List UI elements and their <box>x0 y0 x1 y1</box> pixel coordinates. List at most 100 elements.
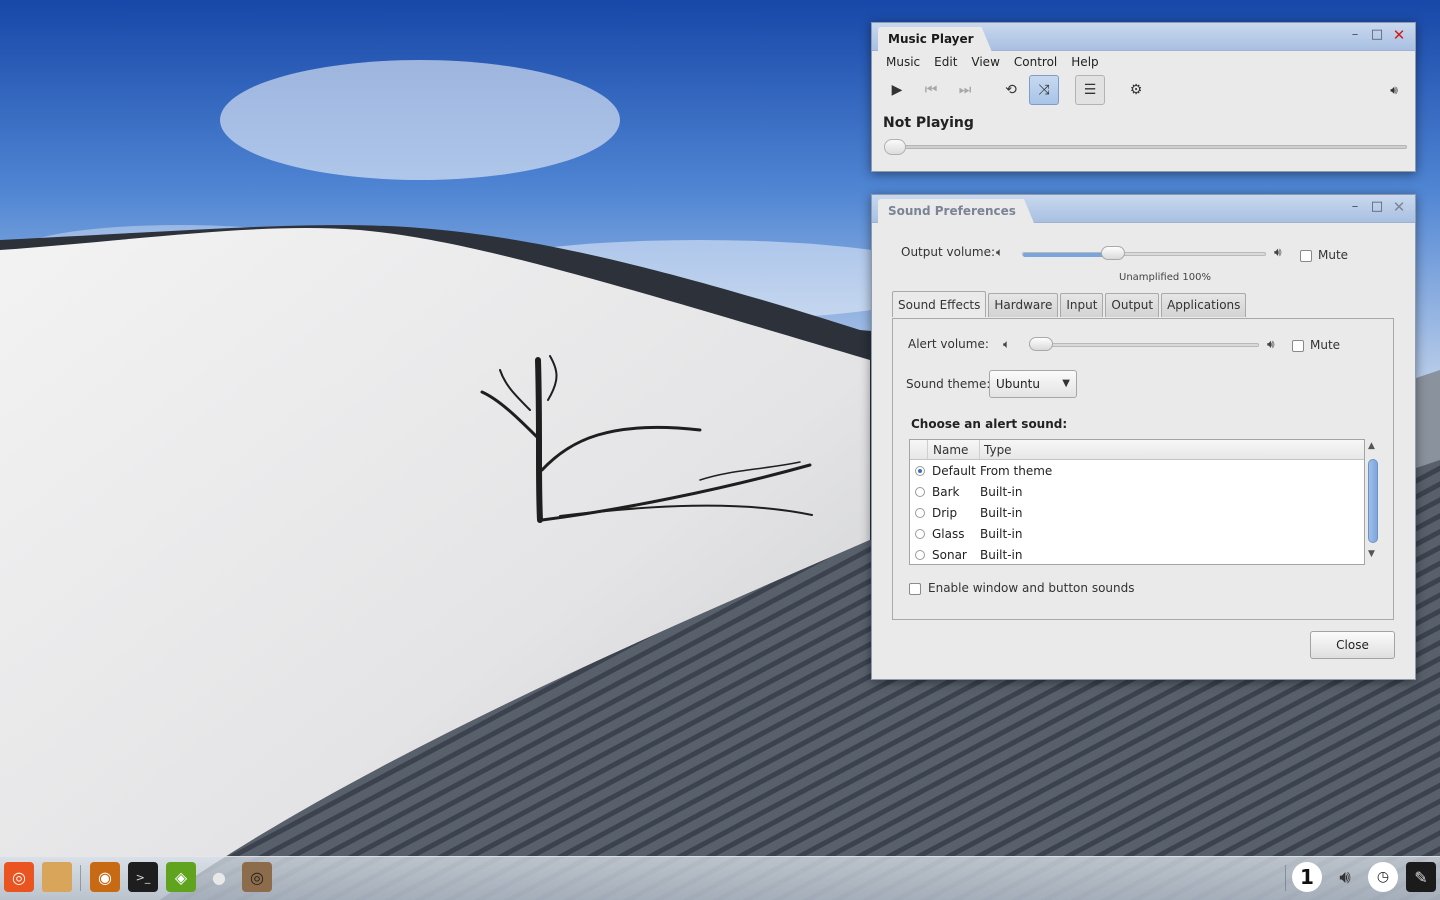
close-button[interactable]: Close <box>1310 631 1395 659</box>
scroll-up-icon[interactable]: ▲ <box>1368 441 1375 451</box>
play-button[interactable]: ▶ <box>882 75 912 105</box>
volume-icon: 🔊︎ <box>1390 82 1398 97</box>
radio-button[interactable] <box>915 465 925 476</box>
tab-output[interactable]: Output <box>1105 293 1160 317</box>
sound-type: From theme <box>980 463 1053 478</box>
sound-effects-panel: Alert volume: 🔈︎ 🔊︎ Mute Sound theme: Ub… <box>892 318 1394 620</box>
dropdown-arrow-icon: ▼ <box>1062 378 1070 389</box>
list-scrollbar[interactable]: ▲ ▼ <box>1367 439 1379 565</box>
sound-name: Sonar <box>932 547 967 562</box>
list-item[interactable]: Bark Built-in <box>910 481 1364 502</box>
scroll-down-icon[interactable]: ▼ <box>1368 549 1375 559</box>
alert-sound-list: Name Type Default From theme Bark Built-in D… <box>909 439 1365 565</box>
sound-type: Built-in <box>980 526 1023 541</box>
repeat-button[interactable]: ⟲ <box>996 75 1026 105</box>
play-icon: ▶ <box>891 82 903 98</box>
ubuntu-menu-icon[interactable]: ◎ <box>4 862 34 892</box>
playlist-button[interactable]: ☰ <box>1075 75 1105 105</box>
taskbar: ◎ ◉ >_ ◈ ● ◎ 1 🔊︎ ◷ ✎ <box>0 856 1440 900</box>
gear-icon: ⚙ <box>1129 82 1143 98</box>
track-progress-knob[interactable] <box>884 139 906 155</box>
radio-button[interactable] <box>915 549 925 560</box>
list-body: Default From theme Bark Built-in Drip Built-i… <box>910 460 1364 565</box>
output-volume-knob[interactable] <box>1101 246 1126 260</box>
window-title: Music Player <box>878 27 992 51</box>
preferences-tabs: Sound Effects Hardware Input Output Appl… <box>892 291 1248 317</box>
volume-icon[interactable]: 🔊︎ <box>1330 862 1360 892</box>
maximize-icon[interactable]: □ <box>1369 27 1385 43</box>
minimize-icon[interactable]: – <box>1347 199 1363 215</box>
sound-type: Built-in <box>980 505 1023 520</box>
tab-hardware[interactable]: Hardware <box>988 293 1059 317</box>
minimize-icon[interactable]: – <box>1347 27 1363 43</box>
column-type[interactable]: Type <box>980 440 1012 459</box>
menu-view[interactable]: View <box>971 55 999 73</box>
sound-theme-combo[interactable]: Ubuntu ▼ <box>989 370 1077 398</box>
close-icon[interactable]: ✕ <box>1391 199 1407 215</box>
scrollbar-thumb[interactable] <box>1368 459 1378 543</box>
repeat-icon: ⟲ <box>1005 82 1017 98</box>
speaker-app-icon[interactable]: ◎ <box>242 862 272 892</box>
sound-type: Built-in <box>980 547 1023 562</box>
menubar: Music Edit View Control Help <box>872 51 1415 73</box>
player-toolbar: ▶ ⏮ ⏭ ⟲ ⤨ ☰ ⚙ 🔊︎ <box>872 73 1415 109</box>
radio-button[interactable] <box>915 528 925 539</box>
eye-of-gnome-icon[interactable]: ◉ <box>90 862 120 892</box>
sound-name: Default <box>932 463 976 478</box>
menu-control[interactable]: Control <box>1014 55 1057 73</box>
list-item[interactable]: Glass Built-in <box>910 523 1364 544</box>
sound-name: Glass <box>932 526 965 541</box>
menu-help[interactable]: Help <box>1071 55 1098 73</box>
nvidia-settings-icon[interactable]: ◈ <box>166 862 196 892</box>
terminal-icon[interactable]: >_ <box>128 862 158 892</box>
sound-name: Drip <box>932 505 958 520</box>
next-button[interactable]: ⏭ <box>950 75 980 105</box>
alert-mute-checkbox[interactable] <box>1292 340 1304 352</box>
alert-volume-label: Alert volume: <box>908 337 989 351</box>
column-name[interactable]: Name <box>928 440 980 459</box>
now-playing-status: Not Playing <box>883 115 974 131</box>
settings-button[interactable]: ⚙ <box>1121 75 1151 105</box>
music-player-window: Music Player – □ ✕ Music Edit View Contr… <box>871 22 1416 172</box>
sound-preferences-window: Sound Preferences – □ ✕ Output volume: 🔈… <box>871 194 1416 680</box>
sound-theme-label: Sound theme: <box>906 377 991 391</box>
pen-tool-icon[interactable]: ✎ <box>1406 862 1436 892</box>
shuffle-button[interactable]: ⤨ <box>1029 75 1059 105</box>
folder-icon[interactable] <box>42 862 72 892</box>
clock-icon[interactable]: ◷ <box>1368 862 1398 892</box>
workspace-indicator[interactable]: 1 <box>1292 862 1322 892</box>
alert-volume-knob[interactable] <box>1029 337 1053 351</box>
menu-music[interactable]: Music <box>886 55 920 73</box>
music-player-titlebar[interactable]: Music Player – □ ✕ <box>872 23 1415 51</box>
menu-edit[interactable]: Edit <box>934 55 957 73</box>
choose-alert-label: Choose an alert sound: <box>911 417 1068 431</box>
sound-type: Built-in <box>980 484 1023 499</box>
output-mute-checkbox[interactable] <box>1300 250 1312 262</box>
volume-high-icon: 🔊︎ <box>1267 337 1275 351</box>
radio-button[interactable] <box>915 486 925 497</box>
tab-input[interactable]: Input <box>1060 293 1104 317</box>
list-item[interactable]: Drip Built-in <box>910 502 1364 523</box>
volume-low-icon: 🔈︎ <box>996 245 1004 259</box>
volume-low-icon: 🔈︎ <box>1003 337 1011 351</box>
unamplified-label: Unamplified 100% <box>1119 272 1212 283</box>
close-icon[interactable]: ✕ <box>1391 27 1407 43</box>
radio-button[interactable] <box>915 507 925 518</box>
volume-high-icon: 🔊︎ <box>1274 245 1282 259</box>
previous-button[interactable]: ⏮ <box>916 75 946 105</box>
tab-applications[interactable]: Applications <box>1161 293 1247 317</box>
sound-prefs-titlebar[interactable]: Sound Preferences – □ ✕ <box>872 195 1415 223</box>
volume-button[interactable]: 🔊︎ <box>1379 75 1409 105</box>
playlist-icon: ☰ <box>1083 82 1097 98</box>
disk-utility-icon[interactable]: ● <box>204 862 234 892</box>
window-title: Sound Preferences <box>878 199 1034 223</box>
output-mute-label: Mute <box>1318 248 1349 262</box>
tab-sound-effects[interactable]: Sound Effects <box>892 291 987 317</box>
sound-name: Bark <box>932 484 960 499</box>
list-item[interactable]: Sonar Built-in <box>910 544 1364 565</box>
alert-volume-slider[interactable] <box>1029 343 1259 347</box>
maximize-icon[interactable]: □ <box>1369 199 1385 215</box>
list-item[interactable]: Default From theme <box>910 460 1364 481</box>
track-progress-slider[interactable] <box>884 145 1407 149</box>
enable-sounds-checkbox[interactable] <box>909 583 921 595</box>
